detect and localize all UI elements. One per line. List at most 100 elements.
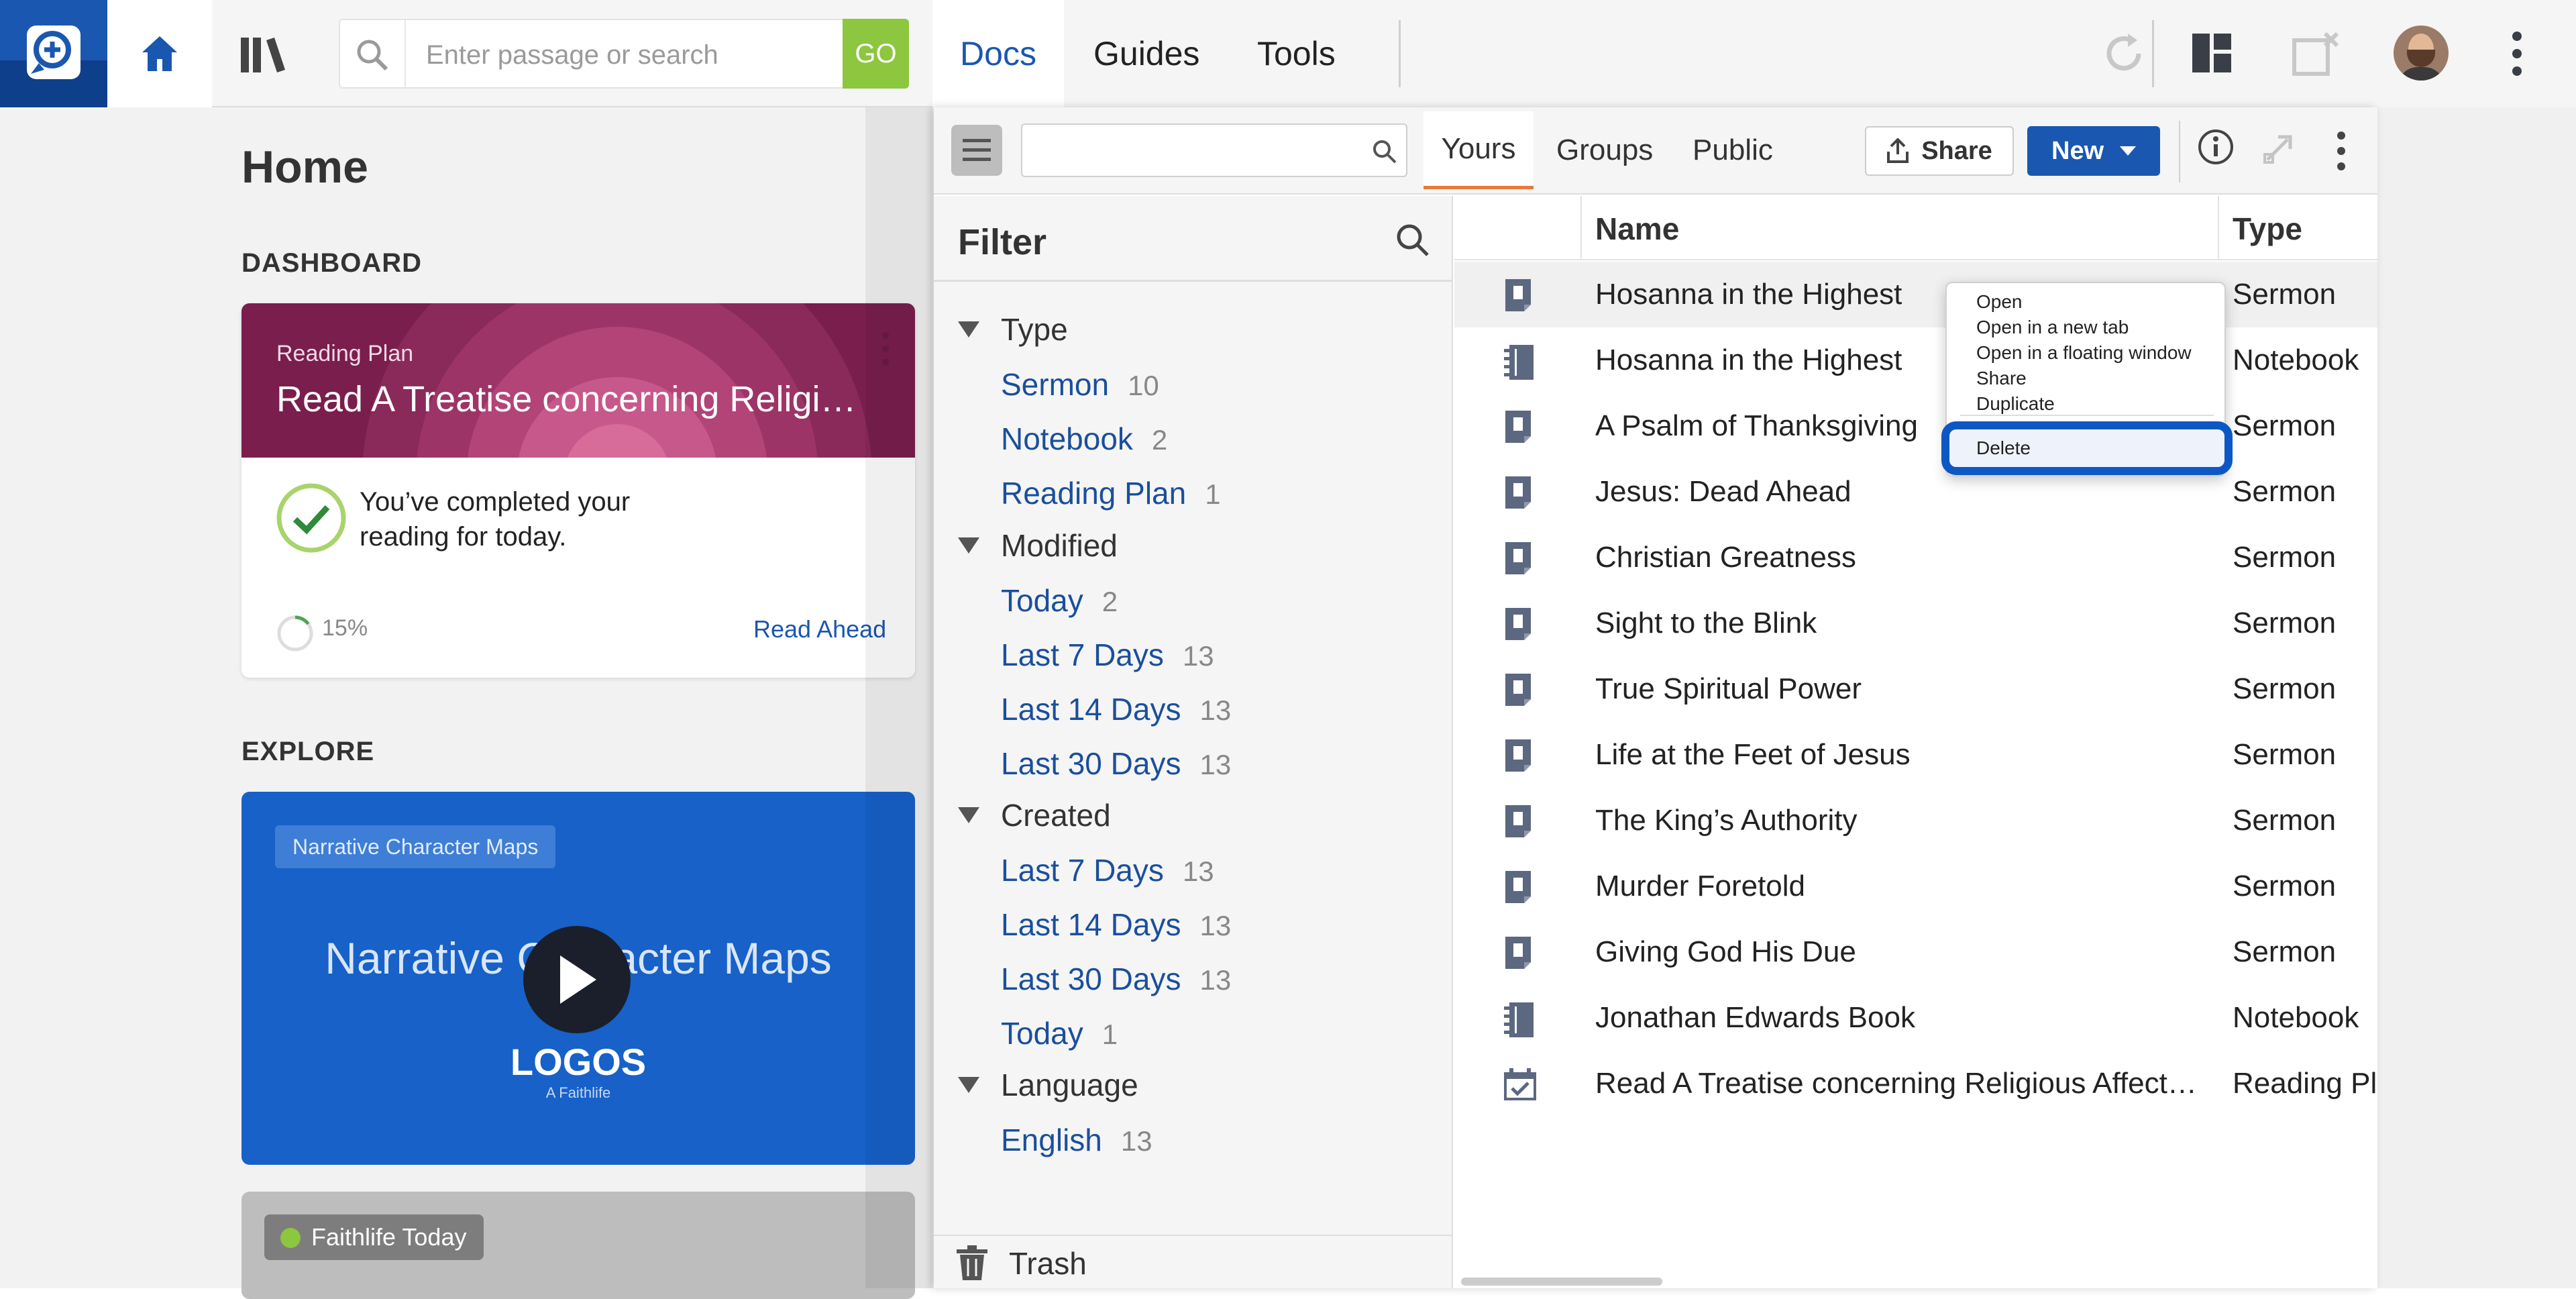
table-row[interactable]: Christian Greatness Sermon: [1454, 525, 2377, 590]
document-name: Murder Foretold: [1595, 870, 1806, 902]
table-row[interactable]: Hosanna in the Highest Sermon: [1454, 262, 2377, 327]
tab-docs[interactable]: Docs: [932, 0, 1064, 107]
filter-item-label: Last 14 Days: [1001, 692, 1181, 727]
filter-item-reading-plan[interactable]: Reading Plan 1: [1001, 475, 1221, 511]
library-button[interactable]: [228, 0, 298, 107]
reading-plan-title[interactable]: Read A Treatise concerning Religi…: [276, 378, 856, 420]
home-button[interactable]: [107, 0, 212, 107]
table-row[interactable]: Sight to the Blink Sermon: [1454, 590, 2377, 656]
tab-public[interactable]: Public: [1693, 111, 1773, 189]
table-row[interactable]: Jesus: Dead Ahead Sermon: [1454, 459, 2377, 525]
menu-item-open-floating-window[interactable]: Open in a floating window: [1976, 342, 2192, 364]
pop-out-icon[interactable]: [2261, 127, 2300, 166]
filter-item-modified-7-days[interactable]: Last 7 Days 13: [1001, 637, 1214, 673]
filter-item-created-7-days[interactable]: Last 7 Days 13: [1001, 852, 1214, 888]
filter-item-modified-14-days[interactable]: Last 14 Days 13: [1001, 691, 1231, 727]
hamburger-icon: [963, 139, 991, 161]
filter-item-english[interactable]: English 13: [1001, 1122, 1152, 1158]
top-bar: Enter passage or search GO Docs Guides T…: [0, 0, 2576, 107]
menu-item-duplicate[interactable]: Duplicate: [1976, 393, 2055, 415]
filter-item-count: 13: [1199, 749, 1232, 780]
notebook-icon: [1503, 1001, 1536, 1039]
tab-yours[interactable]: Yours: [1424, 111, 1534, 189]
passage-search-input[interactable]: Enter passage or search: [339, 19, 909, 89]
filter-item-count: 13: [1199, 694, 1232, 726]
tab-groups[interactable]: Groups: [1556, 111, 1653, 189]
filter-title: Filter: [958, 222, 1047, 262]
more-vertical-icon[interactable]: [2509, 30, 2525, 78]
document-name: Jesus: Dead Ahead: [1595, 475, 1851, 508]
document-type: Reading Plan: [2233, 1067, 2377, 1100]
trash-label: Trash: [1009, 1246, 1087, 1281]
search-icon[interactable]: [1394, 221, 1432, 259]
close-panel-icon[interactable]: [2292, 30, 2341, 76]
sermon-icon: [1503, 672, 1534, 707]
filter-item-created-today[interactable]: Today 1: [1001, 1015, 1118, 1051]
filter-item-notebook[interactable]: Notebook 2: [1001, 421, 1167, 457]
play-button[interactable]: [523, 926, 631, 1033]
table-row[interactable]: True Spiritual Power Sermon: [1454, 656, 2377, 722]
table-row[interactable]: The King’s Authority Sermon: [1454, 788, 2377, 853]
filter-item-created-14-days[interactable]: Last 14 Days 13: [1001, 906, 1231, 943]
info-icon[interactable]: [2196, 127, 2235, 166]
table-row[interactable]: Jonathan Edwards Book Notebook: [1454, 985, 2377, 1051]
table-row[interactable]: Hosanna in the Highest Notebook: [1454, 327, 2377, 393]
trash-item[interactable]: Trash: [934, 1235, 1453, 1288]
trash-icon: [957, 1245, 987, 1280]
menu-item-share[interactable]: Share: [1976, 368, 2027, 389]
document-name: Sight to the Blink: [1595, 607, 1817, 639]
new-label: New: [2051, 136, 2104, 165]
sermon-icon: [1503, 607, 1534, 641]
table-row[interactable]: Giving God His Due Sermon: [1454, 919, 2377, 985]
docs-search-input[interactable]: [1021, 123, 1407, 177]
table-row[interactable]: A Psalm of Thanksgiving Sermon: [1454, 393, 2377, 459]
table-row[interactable]: Murder Foretold Sermon: [1454, 853, 2377, 919]
avatar[interactable]: [2394, 25, 2449, 81]
menu-item-delete[interactable]: Delete: [1941, 421, 2233, 475]
filter-item-created-30-days[interactable]: Last 30 Days 13: [1001, 961, 1231, 997]
filter-item-sermon[interactable]: Sermon 10: [1001, 366, 1159, 403]
document-type: Sermon: [2233, 409, 2337, 442]
more-vertical-icon[interactable]: [2334, 130, 2348, 172]
column-header-name[interactable]: Name: [1595, 211, 1679, 247]
table-row[interactable]: Read A Treatise concerning Religious Aff…: [1454, 1051, 2377, 1116]
share-button[interactable]: Share: [1865, 126, 2014, 176]
filter-group-label: Created: [1001, 798, 1111, 833]
filter-group-language[interactable]: Language: [958, 1067, 1138, 1103]
filter-item-label: English: [1001, 1123, 1102, 1157]
document-type: Sermon: [2233, 870, 2337, 902]
filter-item-label: Sermon: [1001, 367, 1110, 402]
filter-item-count: 1: [1102, 1019, 1118, 1050]
tab-guides[interactable]: Guides: [1093, 0, 1199, 107]
progress-ring-icon: [277, 615, 313, 652]
sidebar-toggle-button[interactable]: [951, 125, 1002, 176]
collapse-triangle-icon: [958, 537, 979, 554]
icon-column-header[interactable]: [1454, 196, 1582, 260]
filter-item-count: 13: [1199, 910, 1232, 941]
filter-group-created[interactable]: Created: [958, 797, 1111, 833]
horizontal-scrollbar[interactable]: [1461, 1278, 1662, 1286]
new-button[interactable]: New: [2027, 126, 2160, 176]
page-title: Home: [241, 142, 368, 193]
filter-group-type[interactable]: Type: [958, 311, 1068, 348]
column-header-type[interactable]: Type: [2233, 211, 2302, 247]
tab-tools[interactable]: Tools: [1257, 0, 1336, 107]
table-row[interactable]: Life at the Feet of Jesus Sermon: [1454, 722, 2377, 788]
reading-plan-header: Reading Plan Read A Treatise concerning …: [241, 303, 915, 458]
logos-logo-icon[interactable]: [0, 0, 107, 107]
sync-icon[interactable]: [2098, 28, 2149, 79]
sermon-icon: [1503, 935, 1534, 970]
filter-item-modified-30-days[interactable]: Last 30 Days 13: [1001, 745, 1231, 782]
video-card[interactable]: Narrative Character Maps Narrative Chara…: [241, 792, 915, 1165]
search-icon: [357, 40, 388, 71]
reading-plan-card[interactable]: Reading Plan Read A Treatise concerning …: [241, 303, 915, 678]
menu-item-open-new-tab[interactable]: Open in a new tab: [1976, 317, 2129, 338]
sermon-icon: [1503, 409, 1534, 444]
layout-icon[interactable]: [2191, 32, 2233, 74]
menu-item-open[interactable]: Open: [1976, 291, 2023, 313]
filter-group-modified[interactable]: Modified: [958, 527, 1118, 564]
go-button[interactable]: GO: [843, 19, 909, 89]
document-type: Sermon: [2233, 935, 2337, 968]
faithlife-today-card[interactable]: Faithlife Today: [241, 1192, 915, 1299]
filter-item-modified-today[interactable]: Today 2: [1001, 582, 1118, 619]
